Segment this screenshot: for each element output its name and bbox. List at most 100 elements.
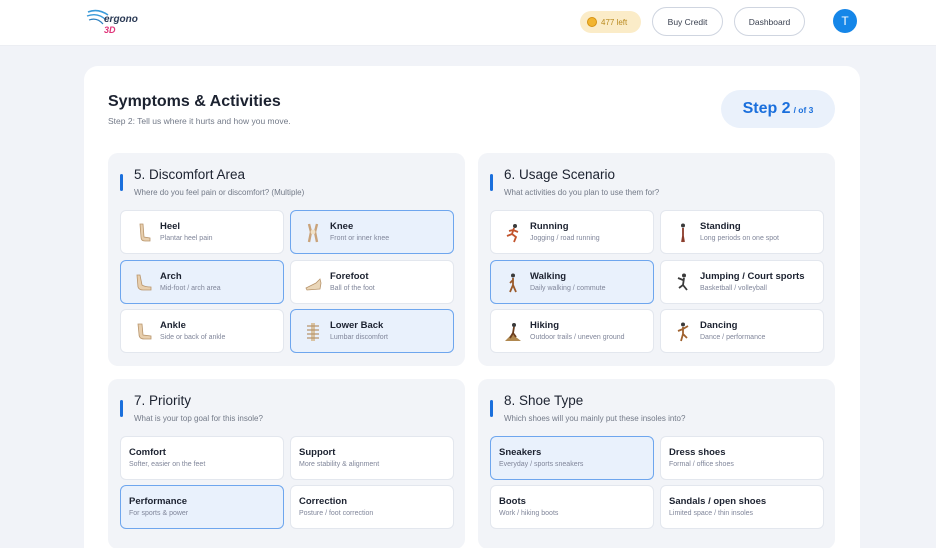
option-dancing[interactable]: Dancing Dance / performance (660, 309, 824, 353)
option-desc: Formal / office shoes (669, 461, 734, 468)
option-jumping[interactable]: Jumping / Court sports Basketball / voll… (660, 260, 824, 304)
buy-credit-button[interactable]: Buy Credit (652, 7, 723, 36)
lower-back-icon (303, 321, 323, 343)
option-title: Boots (499, 496, 526, 507)
option-lower-back[interactable]: Lower Back Lumbar discomfort (290, 309, 454, 353)
hiking-icon (503, 321, 523, 343)
option-desc: For sports & power (129, 510, 189, 517)
section-title: 8. Shoe Type (504, 393, 584, 408)
option-title: Knee (330, 221, 354, 232)
option-title: Comfort (129, 447, 166, 458)
section-title: 7. Priority (134, 393, 192, 408)
option-standing[interactable]: Standing Long periods on one spot (660, 210, 824, 254)
option-desc: Softer, easier on the feet (129, 461, 206, 468)
option-title: Sneakers (499, 447, 542, 458)
option-desc: Work / hiking boots (499, 510, 559, 517)
running-icon (503, 222, 523, 244)
option-title: Running (530, 221, 569, 232)
dancing-icon (673, 321, 693, 343)
section-accent-bar (490, 400, 493, 417)
section-subtitle: Where do you feel pain or discomfort? (M… (134, 188, 305, 197)
section-title: 5. Discomfort Area (134, 167, 246, 182)
option-title: Arch (160, 271, 182, 282)
option-title: Walking (530, 271, 567, 282)
option-title: Sandals / open shoes (669, 496, 767, 507)
option-title: Hiking (530, 320, 560, 331)
main-card: Symptoms & Activities Step 2: Tell us wh… (84, 66, 860, 548)
section-subtitle: Which shoes will you mainly put these in… (504, 414, 686, 423)
knee-icon (303, 222, 323, 244)
option-title: Ankle (160, 320, 186, 331)
forefoot-icon (303, 272, 323, 294)
option-walking[interactable]: Walking Daily walking / commute (490, 260, 654, 304)
option-title: Heel (160, 221, 181, 232)
logo-text: ergono (104, 14, 138, 25)
ankle-icon (133, 321, 153, 343)
option-desc: Plantar heel pain (160, 235, 213, 242)
option-desc: Long periods on one spot (700, 235, 780, 242)
option-desc: Outdoor trails / uneven ground (530, 334, 625, 341)
option-boots[interactable]: Boots Work / hiking boots (490, 485, 654, 529)
option-title: Forefoot (330, 271, 369, 282)
jumping-icon (673, 272, 693, 294)
option-desc: Lumbar discomfort (330, 334, 388, 341)
step-indicator: Step 2 / of 3 (721, 90, 835, 128)
option-title: Correction (299, 496, 348, 507)
section-subtitle: What is your top goal for this insole? (134, 414, 263, 423)
section-accent-bar (120, 400, 123, 417)
option-title: Support (299, 447, 336, 458)
heel-icon (133, 222, 153, 244)
option-correction[interactable]: Correction Posture / foot correction (290, 485, 454, 529)
option-title: Performance (129, 496, 188, 507)
option-sandals[interactable]: Sandals / open shoes Limited space / thi… (660, 485, 824, 529)
option-desc: Side or back of ankle (160, 334, 226, 341)
option-running[interactable]: Running Jogging / road running (490, 210, 654, 254)
option-desc: More stability & alignment (299, 461, 380, 468)
option-title: Lower Back (330, 320, 384, 331)
option-title: Jumping / Court sports (700, 271, 805, 282)
section-accent-bar (490, 174, 493, 191)
discomfort-area-section: 5. Discomfort Area Where do you feel pai… (108, 153, 465, 366)
top-bar: ergono 3D 477 left Buy Credit Dashboard … (0, 0, 936, 46)
option-forefoot[interactable]: Forefoot Ball of the foot (290, 260, 454, 304)
option-desc: Posture / foot correction (299, 510, 374, 517)
option-sneakers[interactable]: Sneakers Everyday / sports sneakers (490, 436, 654, 480)
option-title: Dancing (700, 320, 738, 331)
walking-icon (503, 272, 523, 294)
logo-subtext: 3D (104, 25, 116, 35)
option-desc: Mid-foot / arch area (160, 285, 221, 292)
option-comfort[interactable]: Comfort Softer, easier on the feet (120, 436, 284, 480)
option-arch[interactable]: Arch Mid-foot / arch area (120, 260, 284, 304)
option-knee[interactable]: Knee Front or inner knee (290, 210, 454, 254)
option-desc: Limited space / thin insoles (669, 510, 754, 517)
option-desc: Dance / performance (700, 334, 766, 341)
section-accent-bar (120, 174, 123, 191)
coin-icon (587, 17, 597, 27)
step-total: / of 3 (793, 105, 814, 115)
section-subtitle: What activities do you plan to use them … (504, 188, 660, 197)
option-performance[interactable]: Performance For sports & power (120, 485, 284, 529)
option-desc: Ball of the foot (330, 285, 375, 292)
option-desc: Jogging / road running (530, 235, 600, 242)
option-desc: Daily walking / commute (530, 285, 606, 292)
arch-icon (133, 272, 153, 294)
page-title: Symptoms & Activities (108, 93, 281, 110)
option-heel[interactable]: Heel Plantar heel pain (120, 210, 284, 254)
option-title: Standing (700, 221, 741, 232)
option-support[interactable]: Support More stability & alignment (290, 436, 454, 480)
option-dress-shoes[interactable]: Dress shoes Formal / office shoes (660, 436, 824, 480)
option-ankle[interactable]: Ankle Side or back of ankle (120, 309, 284, 353)
credit-badge: 477 left (580, 11, 641, 33)
option-hiking[interactable]: Hiking Outdoor trails / uneven ground (490, 309, 654, 353)
page-subtitle: Step 2: Tell us where it hurts and how y… (108, 116, 291, 126)
option-title: Dress shoes (669, 447, 726, 458)
section-title: 6. Usage Scenario (504, 167, 616, 182)
usage-scenario-section: 6. Usage Scenario What activities do you… (478, 153, 835, 366)
credit-count: 477 left (601, 17, 628, 27)
priority-section: 7. Priority What is your top goal for th… (108, 379, 465, 548)
option-desc: Front or inner knee (330, 235, 390, 242)
shoe-type-section: 8. Shoe Type Which shoes will you mainly… (478, 379, 835, 548)
standing-icon (673, 222, 693, 244)
dashboard-button[interactable]: Dashboard (734, 7, 805, 36)
user-avatar[interactable]: T (833, 9, 857, 33)
